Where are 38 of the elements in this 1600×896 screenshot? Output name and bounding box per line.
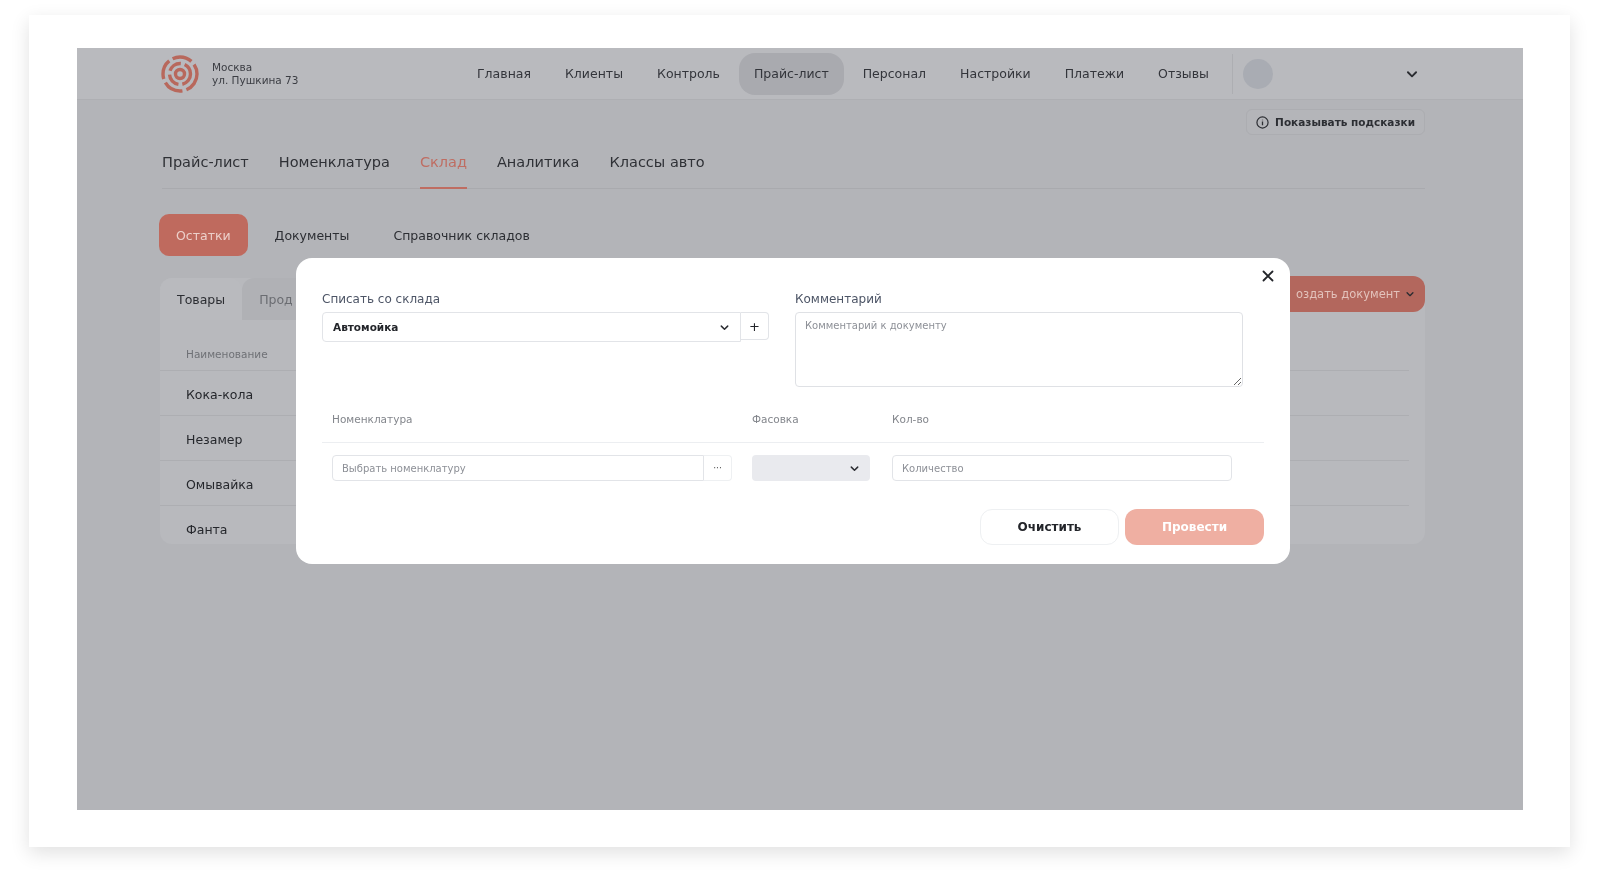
subsection-tab[interactable]: Справочник складов <box>376 214 547 256</box>
field-label: Комментарий <box>795 292 883 306</box>
section-tab[interactable]: Прайс-лист <box>162 148 249 189</box>
section-tab[interactable]: Аналитика <box>496 148 580 189</box>
nav-item[interactable]: Прайс-лист <box>738 52 844 95</box>
column-header: Кол-во <box>882 413 1264 443</box>
nav-item[interactable]: Персонал <box>847 52 942 95</box>
chevron-down-icon <box>1405 289 1415 299</box>
address-label: ул. Пушкина 73 <box>212 73 300 87</box>
subsection-tab[interactable]: Документы <box>257 214 367 256</box>
clear-button[interactable]: Очистить <box>980 509 1119 545</box>
city-label: Москва <box>212 60 254 74</box>
nav-item[interactable]: Клиенты <box>550 52 638 95</box>
more-button[interactable]: ··· <box>704 455 732 481</box>
add-button[interactable]: + <box>741 312 769 340</box>
column-header: Фасовка <box>742 413 882 443</box>
nav-item[interactable]: Платежи <box>1049 52 1140 95</box>
hints-button[interactable]: Показывать подсказки <box>1246 109 1425 135</box>
nav-item[interactable]: Настройки <box>945 52 1046 95</box>
warehouse-select[interactable]: Автомойка <box>322 312 741 342</box>
field-label: Списать со склада <box>322 292 442 306</box>
nav-item[interactable]: Отзывы <box>1143 52 1224 95</box>
section-tab[interactable]: Классы авто <box>609 148 705 189</box>
table-cell: Фанта <box>186 522 228 537</box>
section-tab[interactable]: Номенклатура <box>278 148 390 189</box>
table-cell: Незамер <box>186 432 243 447</box>
logo-icon <box>160 53 200 94</box>
table-cell: Омывайка <box>186 477 254 492</box>
packaging-select[interactable] <box>752 455 870 481</box>
nav-item[interactable]: Главная <box>462 52 546 95</box>
quantity-field[interactable]: Количество <box>892 455 1232 481</box>
close-icon[interactable] <box>1260 268 1276 284</box>
table-cell: Кока-кола <box>186 387 254 402</box>
nomenclature-field[interactable]: Выбрать номенклатуру <box>332 455 704 481</box>
comment-field[interactable]: Комментарий к документу <box>795 312 1243 387</box>
column-header: Номенклатура <box>322 413 742 443</box>
nav-item[interactable]: Контроль <box>642 52 735 95</box>
info-icon <box>1256 115 1270 129</box>
